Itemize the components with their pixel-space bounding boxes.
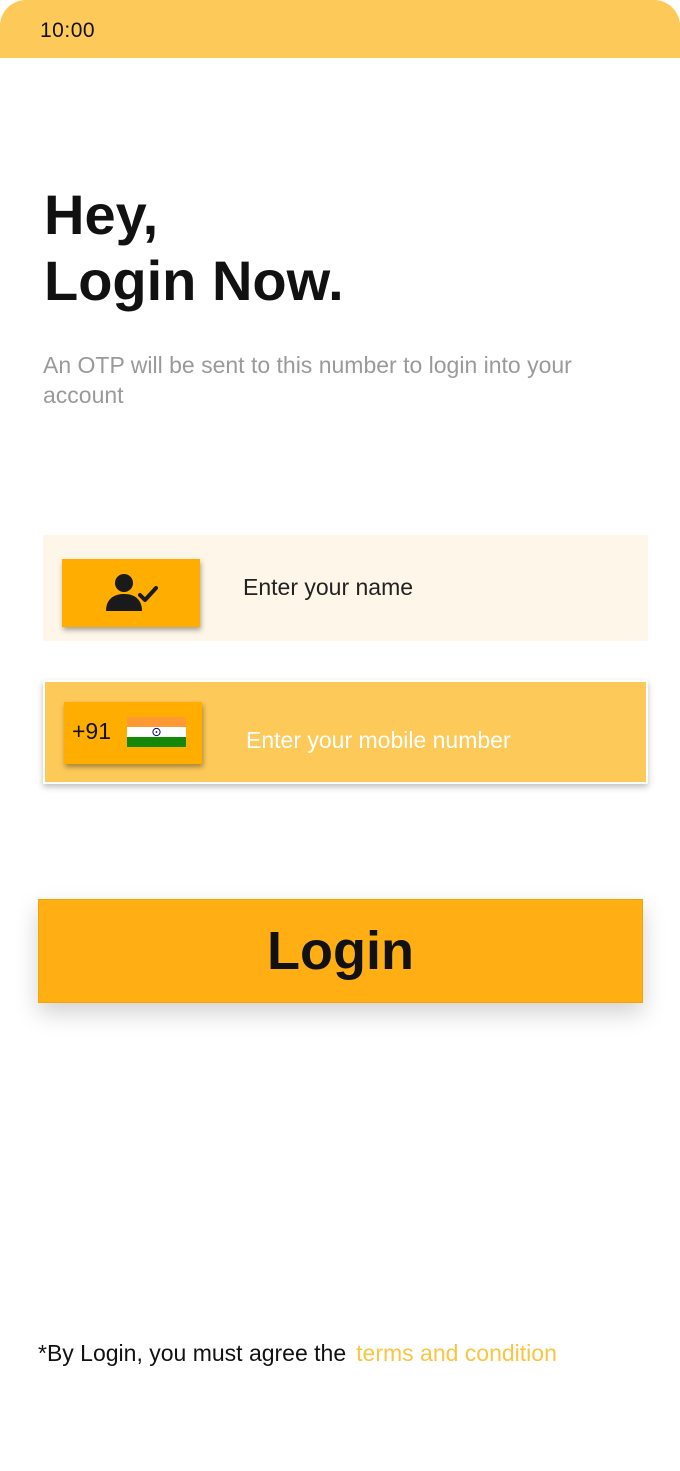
otp-info-text: An OTP will be sent to this number to lo… [43, 352, 572, 408]
name-icon-box [62, 559, 200, 627]
mobile-field[interactable]: +91 [43, 680, 648, 784]
status-bar: 10:00 [0, 0, 680, 58]
page-title-line-2: Login Now. [44, 249, 344, 312]
page-title: Hey, Login Now. [44, 182, 344, 314]
mobile-number-input[interactable] [246, 720, 626, 760]
page-title-line-1: Hey, [44, 183, 159, 246]
login-screen: 10:00 Hey, Login Now. An OTP will be sen… [0, 0, 680, 1471]
india-flag-icon [127, 717, 186, 747]
login-button[interactable]: Login [38, 899, 643, 1003]
status-time: 10:00 [40, 19, 96, 42]
country-code: +91 [72, 718, 112, 744]
country-code-selector[interactable]: +91 [64, 702, 202, 764]
name-input[interactable] [243, 567, 623, 607]
terms-link[interactable]: terms and condition [356, 1340, 557, 1366]
terms-notice: *By Login, you must agree the terms and c… [38, 1340, 557, 1367]
user-check-icon [106, 574, 158, 611]
terms-prefix: *By Login, you must agree the [38, 1340, 347, 1366]
name-field[interactable] [43, 535, 648, 641]
